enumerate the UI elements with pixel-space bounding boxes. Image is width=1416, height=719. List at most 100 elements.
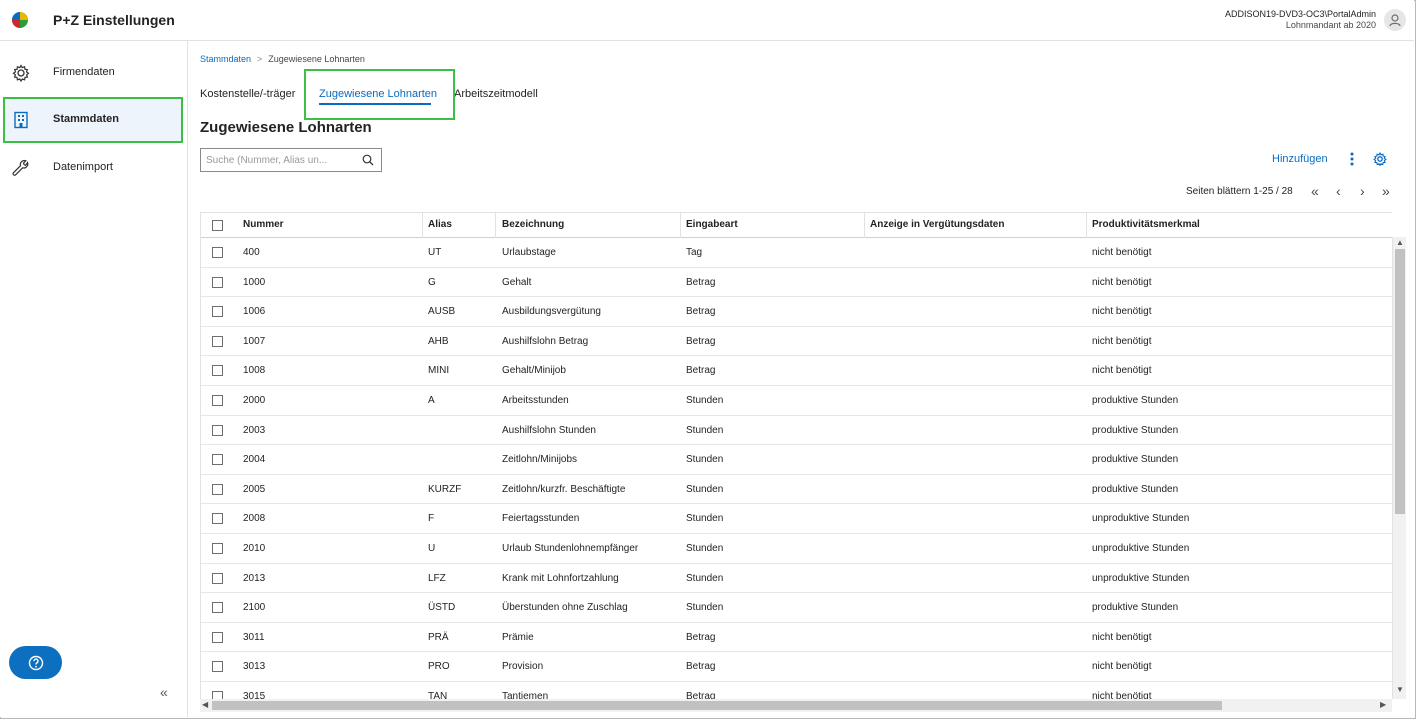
table-row[interactable]: 2004 Zeitlohn/Minijobs Stunden produktive S… xyxy=(201,445,1392,475)
cell-alias: KURZF xyxy=(428,483,462,495)
cell-nummer: 1007 xyxy=(243,335,266,347)
wrench-icon xyxy=(12,159,29,176)
breadcrumb-separator: > xyxy=(257,54,263,64)
row-checkbox[interactable] xyxy=(212,276,223,288)
column-divider[interactable] xyxy=(495,213,496,238)
column-divider[interactable] xyxy=(864,213,865,238)
pager-prev-button[interactable]: ‹ xyxy=(1336,183,1341,199)
more-options-icon[interactable] xyxy=(1348,152,1356,166)
column-divider[interactable] xyxy=(422,213,423,238)
row-checkbox[interactable] xyxy=(212,543,223,554)
table-row[interactable]: 3011 PRÄ Prämie Betrag nicht benötigt xyxy=(201,623,1392,653)
table-row[interactable]: 1006 AUSB Ausbildungsvergütung Betrag nicht … xyxy=(201,297,1392,327)
row-checkbox[interactable] xyxy=(212,513,223,525)
cell-bezeichnung: Zeitlohn/kurzfr. Beschäftigte xyxy=(502,483,626,495)
cell-nummer: 2013 xyxy=(243,572,266,584)
help-icon xyxy=(28,655,43,670)
row-checkbox[interactable] xyxy=(212,661,223,673)
collapse-sidebar-button[interactable]: « xyxy=(160,684,168,700)
pager-status: Seiten blättern 1-25 / 28 xyxy=(1186,186,1293,197)
tab-kostenstelle[interactable]: Kostenstelle/-träger xyxy=(200,88,295,100)
cell-eingabeart: Betrag xyxy=(686,661,716,673)
table-row[interactable]: 2000 A Arbeitsstunden Stunden produktive Stu… xyxy=(201,386,1392,416)
table-row[interactable]: 2010 U Urlaub Stundenlohnempfänger Stunden u… xyxy=(201,534,1392,564)
table-row[interactable]: 2008 F Feiertagsstunden Stunden unproduktive… xyxy=(201,504,1392,534)
horizontal-scrollbar[interactable]: ◀ ▶ xyxy=(200,699,1392,712)
pager-last-button[interactable]: » xyxy=(1382,183,1390,199)
row-checkbox[interactable] xyxy=(212,306,223,318)
row-checkbox[interactable] xyxy=(212,631,223,643)
column-header-bezeichnung[interactable]: Bezeichnung xyxy=(502,219,564,230)
row-checkbox[interactable] xyxy=(212,602,223,614)
cell-eingabeart: Betrag xyxy=(686,306,716,318)
cell-nummer: 1008 xyxy=(243,365,266,377)
table-row[interactable]: 1000 G Gehalt Betrag nicht benötigt xyxy=(201,268,1392,298)
cell-produktivitaet: nicht benötigt xyxy=(1092,335,1152,347)
sidebar-item-firmendaten[interactable]: Firmendaten xyxy=(3,50,183,96)
row-checkbox[interactable] xyxy=(212,424,223,436)
breadcrumb-link-stammdaten[interactable]: Stammdaten xyxy=(200,54,251,64)
cell-produktivitaet: produktive Stunden xyxy=(1092,454,1179,466)
column-header-eingabeart[interactable]: Eingabeart xyxy=(686,219,738,230)
cell-eingabeart: Stunden xyxy=(686,483,724,495)
row-checkbox[interactable] xyxy=(212,395,223,406)
vertical-scroll-thumb[interactable] xyxy=(1395,249,1405,514)
cell-alias: LFZ xyxy=(428,572,446,584)
cell-produktivitaet: nicht benötigt xyxy=(1092,306,1152,318)
cell-nummer: 2008 xyxy=(243,513,266,525)
cell-nummer: 400 xyxy=(243,247,260,258)
table-row[interactable]: 1008 MINI Gehalt/Minijob Betrag nicht benöti… xyxy=(201,356,1392,386)
column-header-anzeige[interactable]: Anzeige in Vergütungsdaten xyxy=(870,219,1004,230)
scroll-down-icon[interactable]: ▼ xyxy=(1396,685,1404,694)
table-row[interactable]: 3013 PRO Provision Betrag nicht benötigt xyxy=(201,652,1392,682)
tab-arbeitszeitmodell[interactable]: Arbeitszeitmodell xyxy=(454,88,538,100)
add-button[interactable]: Hinzufügen xyxy=(1272,153,1328,165)
tab-highlight-box xyxy=(304,69,455,120)
search-field[interactable] xyxy=(200,148,382,172)
avatar[interactable] xyxy=(1384,9,1406,31)
row-checkbox[interactable] xyxy=(212,365,223,377)
cell-eingabeart: Stunden xyxy=(686,424,724,436)
table-row[interactable]: 2005 KURZF Zeitlohn/kurzfr. Beschäftigte St… xyxy=(201,475,1392,505)
column-divider[interactable] xyxy=(1086,213,1087,238)
pager-next-button[interactable]: › xyxy=(1360,183,1365,199)
table-row[interactable]: 400 UT Urlaubstage Tag nicht benötigt xyxy=(201,238,1392,268)
scroll-up-icon[interactable]: ▲ xyxy=(1396,238,1404,247)
scroll-right-icon[interactable]: ▶ xyxy=(1380,700,1386,709)
cell-alias: G xyxy=(428,276,436,288)
row-checkbox[interactable] xyxy=(212,335,223,347)
sidebar-item-datenimport[interactable]: Datenimport xyxy=(3,145,183,191)
horizontal-scroll-thumb[interactable] xyxy=(212,701,1222,710)
cell-eingabeart: Stunden xyxy=(686,454,724,466)
select-all-checkbox[interactable] xyxy=(212,220,223,231)
row-checkbox[interactable] xyxy=(212,483,223,495)
user-info[interactable]: ADDISON19-DVD3-OC3\PortalAdmin Lohnmanda… xyxy=(1225,9,1376,31)
scroll-left-icon[interactable]: ◀ xyxy=(202,700,208,709)
cell-produktivitaet: unproduktive Stunden xyxy=(1092,513,1190,525)
user-icon xyxy=(1389,14,1401,27)
search-input[interactable] xyxy=(206,153,356,168)
cell-produktivitaet: nicht benötigt xyxy=(1092,631,1152,643)
column-divider[interactable] xyxy=(680,213,681,238)
pager-first-button[interactable]: « xyxy=(1311,183,1319,199)
cell-eingabeart: Tag xyxy=(686,247,703,258)
column-header-produktivitaet[interactable]: Produktivitätsmerkmal xyxy=(1092,219,1200,230)
search-icon[interactable] xyxy=(362,154,374,166)
row-checkbox[interactable] xyxy=(212,572,223,584)
row-checkbox[interactable] xyxy=(212,247,223,258)
table-row[interactable]: 2013 LFZ Krank mit Lohnfortzahlung Stunden u… xyxy=(201,564,1392,594)
sidebar-item-stammdaten[interactable]: Stammdaten xyxy=(3,97,183,143)
vertical-scrollbar[interactable]: ▲ ▼ xyxy=(1392,237,1406,699)
column-header-alias[interactable]: Alias xyxy=(428,219,452,230)
cell-alias: U xyxy=(428,543,436,554)
column-header-nummer[interactable]: Nummer xyxy=(243,219,284,230)
row-checkbox[interactable] xyxy=(212,454,223,466)
cell-nummer: 1000 xyxy=(243,276,266,288)
table-row[interactable]: 2100 ÜSTD Überstunden ohne Zuschlag Stunden… xyxy=(201,593,1392,623)
settings-icon[interactable] xyxy=(1373,152,1387,166)
help-button[interactable] xyxy=(9,646,62,679)
cell-produktivitaet: produktive Stunden xyxy=(1092,395,1179,406)
table-row[interactable]: 1007 AHB Aushilfslohn Betrag Betrag nicht be… xyxy=(201,327,1392,357)
table-row[interactable]: 2003 Aushilfslohn Stunden Stunden produktiv… xyxy=(201,416,1392,446)
cell-bezeichnung: Krank mit Lohnfortzahlung xyxy=(502,572,619,584)
